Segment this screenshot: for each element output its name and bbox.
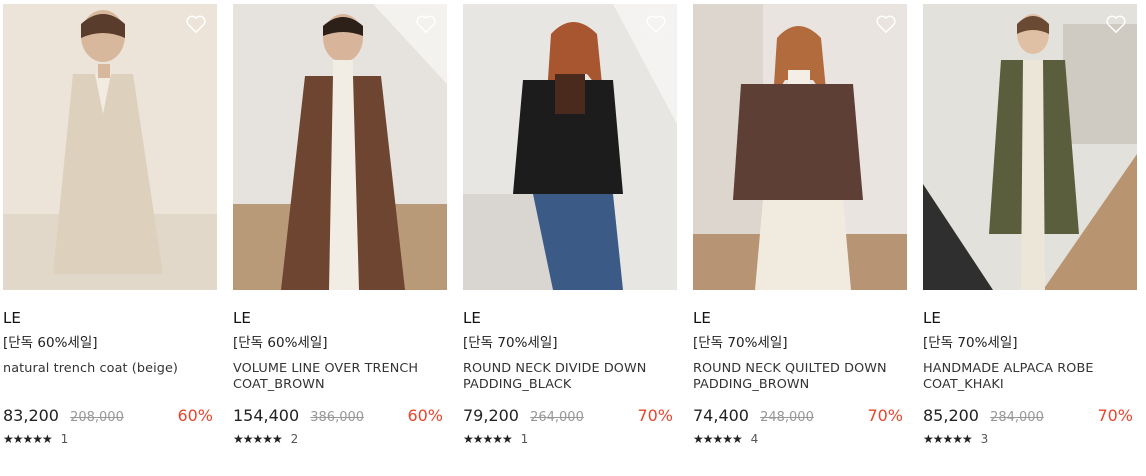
product-image[interactable] [233,4,447,290]
product-image[interactable] [923,4,1137,290]
product-card[interactable]: LE [단독 60%세일] VOLUME LINE OVER TRENCH CO… [233,4,447,447]
wishlist-heart-icon[interactable] [645,14,667,34]
wishlist-heart-icon[interactable] [875,14,897,34]
product-card[interactable]: LE [단독 60%세일] natural trench coat (beige… [3,4,217,447]
product-image[interactable] [3,4,217,290]
rating-row: ★★★★★ 3 [923,431,1137,447]
discount-rate: 60% [177,406,213,425]
sale-price: 74,400 [693,406,749,425]
wishlist-heart-icon[interactable] [415,14,437,34]
price-row: 85,200 284,000 70% [923,406,1137,426]
star-icon: ★★★★★ [3,432,53,446]
original-price: 264,000 [530,410,584,425]
original-price: 386,000 [310,410,365,425]
sale-price: 83,200 [3,406,59,425]
sale-price: 154,400 [233,406,300,425]
wishlist-heart-icon[interactable] [185,14,207,34]
price-row: 79,200 264,000 70% [463,406,677,426]
rating-row: ★★★★★ 4 [693,431,907,447]
wishlist-heart-icon[interactable] [1105,14,1127,34]
promo-label[interactable]: [단독 70%세일] [693,334,907,352]
star-icon: ★★★★★ [463,432,513,446]
product-card[interactable]: LE [단독 70%세일] ROUND NECK DIVIDE DOWN PAD… [463,4,677,447]
price-row: 154,400 386,000 60% [233,406,447,426]
product-name[interactable]: HANDMADE ALPACA ROBE COAT_KHAKI [923,361,1137,393]
product-image[interactable] [693,4,907,290]
price-row: 83,200 208,000 60% [3,406,217,426]
rating-row: ★★★★★ 1 [3,431,217,447]
product-name[interactable]: ROUND NECK QUILTED DOWN PADDING_BROWN [693,361,907,393]
review-count: 2 [290,432,299,446]
promo-label[interactable]: [단독 60%세일] [3,334,217,352]
sale-price: 85,200 [923,406,979,425]
product-brand[interactable]: LE [693,308,907,328]
star-icon: ★★★★★ [923,432,973,446]
promo-label[interactable]: [단독 60%세일] [233,334,447,352]
promo-label[interactable]: [단독 70%세일] [463,334,677,352]
product-card[interactable]: LE [단독 70%세일] HANDMADE ALPACA ROBE COAT_… [923,4,1137,447]
review-count: 1 [60,432,69,446]
product-name[interactable]: natural trench coat (beige) [3,361,217,393]
original-price: 208,000 [70,410,124,425]
product-brand[interactable]: LE [463,308,677,328]
original-price: 284,000 [990,410,1044,425]
product-grid: LE [단독 60%세일] natural trench coat (beige… [0,0,1146,476]
rating-row: ★★★★★ 2 [233,431,447,447]
product-name[interactable]: ROUND NECK DIVIDE DOWN PADDING_BLACK [463,361,677,393]
price-row: 74,400 248,000 70% [693,406,907,426]
product-image[interactable] [463,4,677,290]
product-brand[interactable]: LE [3,308,217,328]
product-card[interactable]: LE [단독 70%세일] ROUND NECK QUILTED DOWN PA… [693,4,907,447]
review-count: 3 [980,432,989,446]
product-brand[interactable]: LE [923,308,1137,328]
discount-rate: 60% [407,406,443,425]
sale-price: 79,200 [463,406,519,425]
review-count: 1 [520,432,529,446]
product-brand[interactable]: LE [233,308,447,328]
discount-rate: 70% [867,406,903,425]
star-icon: ★★★★★ [233,432,283,446]
discount-rate: 70% [637,406,673,425]
promo-label[interactable]: [단독 70%세일] [923,334,1137,352]
discount-rate: 70% [1097,406,1133,425]
original-price: 248,000 [760,410,814,425]
star-icon: ★★★★★ [693,432,743,446]
product-name[interactable]: VOLUME LINE OVER TRENCH COAT_BROWN [233,361,447,393]
review-count: 4 [750,432,759,446]
rating-row: ★★★★★ 1 [463,431,677,447]
